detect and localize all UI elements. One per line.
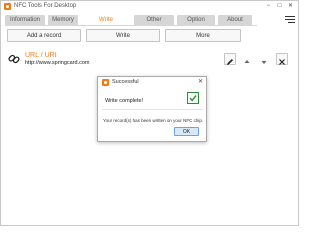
app-logo-icon [4, 3, 11, 10]
tab-option[interactable]: Option [177, 15, 215, 25]
dialog-detail: Your record(s) has been written on your … [103, 118, 204, 123]
maximize-button[interactable]: □ [274, 1, 285, 12]
pencil-icon [227, 59, 233, 65]
close-icon [279, 59, 285, 65]
window-title: NFC Tools For Desktop [14, 3, 77, 9]
link-icon [8, 54, 20, 64]
write-button[interactable]: Write [86, 29, 160, 42]
record-type: URL / URI [25, 52, 57, 59]
tab-write[interactable]: Write [81, 15, 131, 25]
more-button[interactable]: More [165, 29, 241, 42]
tab-information[interactable]: Information [5, 15, 45, 25]
tab-other[interactable]: Other [134, 15, 174, 25]
tab-memory[interactable]: Memory [48, 15, 78, 25]
edit-record-button[interactable] [224, 53, 236, 65]
arrow-down-icon [261, 61, 267, 64]
move-down-button[interactable] [258, 53, 270, 65]
tab-divider [5, 25, 257, 26]
app-logo-icon [102, 79, 109, 86]
dialog-title-bar: Successful ✕ [98, 77, 206, 88]
add-record-button[interactable]: Add a record [7, 29, 81, 42]
hamburger-menu-icon[interactable] [285, 16, 295, 25]
dialog-message: Write complete! [105, 98, 144, 104]
checkmark-icon [187, 92, 199, 104]
tab-bar: Information Memory Write Other Option Ab… [5, 15, 252, 25]
ok-button[interactable]: OK [174, 127, 199, 136]
dialog-title: Successful [112, 79, 139, 85]
dialog-divider [102, 109, 203, 110]
tab-about[interactable]: About [218, 15, 252, 25]
arrow-up-icon [244, 60, 250, 63]
app-window: NFC Tools For Desktop − □ ✕ Information … [0, 0, 299, 226]
success-dialog: Successful ✕ Write complete! Your record… [97, 76, 207, 142]
window-controls: − □ ✕ [263, 1, 296, 12]
minimize-button[interactable]: − [263, 1, 274, 12]
record-value: http://www.springcard.com [25, 60, 90, 66]
close-window-button[interactable]: ✕ [285, 1, 296, 12]
title-bar: NFC Tools For Desktop − □ ✕ [1, 1, 298, 12]
dialog-close-button[interactable]: ✕ [198, 78, 203, 87]
move-up-button[interactable] [241, 53, 253, 65]
delete-record-button[interactable] [276, 53, 288, 65]
record-item[interactable]: URL / URI http://www.springcard.com [8, 48, 298, 70]
